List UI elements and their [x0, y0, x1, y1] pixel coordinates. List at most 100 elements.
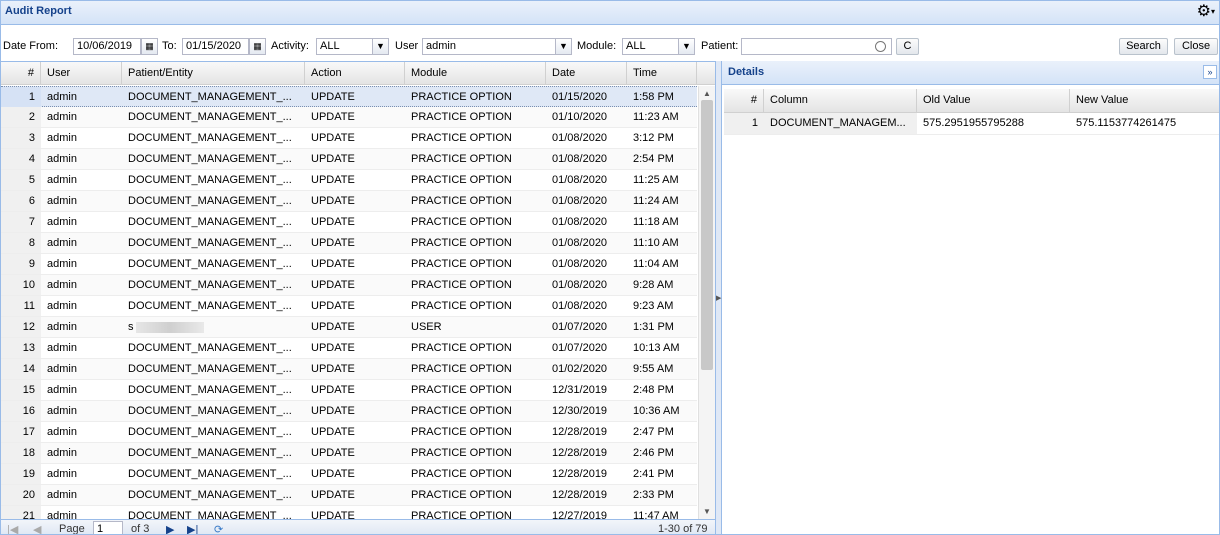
module-select[interactable]: ALL [622, 38, 679, 55]
cell-text: admin [47, 405, 77, 417]
cell-text: admin [47, 468, 77, 480]
table-row[interactable]: 16 admin DOCUMENT_MANAGEMENT_... UPDATE PRAC… [1, 401, 697, 422]
cell-col-patient-entity: DOCUMENT_MANAGEMENT_... [122, 87, 305, 107]
table-row[interactable]: 8 admin DOCUMENT_MANAGEMENT_... UPDATE PRACT… [1, 233, 697, 254]
table-row[interactable]: 12 admin s UPDATE USER 01/07/2020 1:31 PM [1, 317, 697, 338]
header-col-time[interactable]: Time [627, 62, 697, 85]
cell-text: UPDATE [311, 489, 355, 501]
search-circle-icon[interactable] [875, 41, 886, 52]
cell-text: admin [47, 489, 77, 501]
activity-select[interactable]: ALL [316, 38, 373, 55]
details-header-col-new-value[interactable]: New Value [1070, 89, 1219, 113]
table-row[interactable]: 14 admin DOCUMENT_MANAGEMENT_... UPDATE PRAC… [1, 359, 697, 380]
table-row[interactable]: 10 admin DOCUMENT_MANAGEMENT_... UPDATE PRAC… [1, 275, 697, 296]
cell-text: PRACTICE OPTION [411, 468, 512, 480]
table-row[interactable]: 9 admin DOCUMENT_MANAGEMENT_... UPDATE PRACT… [1, 254, 697, 275]
cell-col-patient-entity: DOCUMENT_MANAGEMENT_... [122, 359, 305, 379]
cell-text: UPDATE [311, 426, 355, 438]
clear-button[interactable]: C [896, 38, 919, 55]
scroll-down-icon[interactable]: ▼ [703, 507, 711, 516]
page-number-input[interactable]: 1 [93, 521, 123, 534]
calendar-icon[interactable]: ▦ [249, 38, 266, 55]
table-row[interactable]: 4 admin DOCUMENT_MANAGEMENT_... UPDATE PRACT… [1, 149, 697, 170]
header-col-patient-entity[interactable]: Patient/Entity [122, 62, 305, 85]
user-select[interactable]: admin [422, 38, 556, 55]
chevron-right-icon[interactable]: ▶ [716, 294, 721, 302]
cell-text: USER [411, 321, 442, 333]
patient-field[interactable] [741, 38, 892, 55]
cell-text: 01/08/2020 [552, 279, 608, 291]
table-row[interactable]: 13 admin DOCUMENT_MANAGEMENT_... UPDATE PRAC… [1, 338, 697, 359]
prev-page-icon[interactable]: ◀ [33, 523, 41, 534]
cell-text: PRACTICE OPTION [411, 258, 512, 270]
last-page-icon[interactable]: ▶| [187, 523, 198, 534]
header-col-module[interactable]: Module [405, 62, 546, 85]
table-row[interactable]: 11 admin DOCUMENT_MANAGEMENT_... UPDATE PRAC… [1, 296, 697, 317]
cell-text: 1:31 PM [633, 321, 674, 333]
date-to-field[interactable]: 01/15/2020 [182, 38, 249, 55]
table-row[interactable]: 6 admin DOCUMENT_MANAGEMENT_... UPDATE PRACT… [1, 191, 697, 212]
cell-text: PRACTICE OPTION [411, 300, 512, 312]
chevron-down-icon[interactable]: ▼ [555, 38, 572, 55]
cell-col-time: 9:55 AM [627, 359, 697, 379]
details-header-col-column[interactable]: Column [764, 89, 917, 113]
details-cell-col-number: 1 [724, 113, 764, 134]
header-col-action[interactable]: Action [305, 62, 405, 85]
cell-col-action: UPDATE [305, 275, 405, 295]
table-row[interactable]: 18 admin DOCUMENT_MANAGEMENT_... UPDATE PRAC… [1, 443, 697, 464]
cell-col-user: admin [41, 380, 122, 400]
table-row[interactable]: 21 admin DOCUMENT_MANAGEMENT_... UPDATE PRAC… [1, 506, 697, 519]
details-row[interactable]: 1 DOCUMENT_MANAGEM... 575.2951955795288 575… [724, 113, 1219, 135]
details-header-col-number[interactable]: # [724, 89, 764, 113]
details-header-col-old-value[interactable]: Old Value [917, 89, 1070, 113]
cell-col-time: 2:48 PM [627, 380, 697, 400]
refresh-icon[interactable]: ⟳ [214, 523, 223, 534]
table-row[interactable]: 7 admin DOCUMENT_MANAGEMENT_... UPDATE PRACT… [1, 212, 697, 233]
next-page-icon[interactable]: ▶ [166, 523, 174, 534]
table-row[interactable]: 3 admin DOCUMENT_MANAGEMENT_... UPDATE PRACT… [1, 128, 697, 149]
cell-text: admin [47, 91, 77, 103]
panel-splitter[interactable]: ▶ [715, 61, 722, 534]
search-button[interactable]: Search [1119, 38, 1168, 55]
cell-col-time: 11:24 AM [627, 191, 697, 211]
filter-toolbar: Date From: 10/06/2019 ▦ To: 01/15/2020 ▦… [1, 32, 1219, 60]
cell-col-module: PRACTICE OPTION [405, 107, 546, 127]
to-label: To: [162, 40, 177, 52]
close-button[interactable]: Close [1174, 38, 1218, 55]
cell-col-patient-entity: s [122, 317, 305, 337]
table-row[interactable]: 17 admin DOCUMENT_MANAGEMENT_... UPDATE PRAC… [1, 422, 697, 443]
scroll-thumb[interactable] [701, 100, 713, 370]
cell-text: UPDATE [311, 153, 355, 165]
cell-text: 2:48 PM [633, 384, 674, 396]
table-row[interactable]: 1 admin DOCUMENT_MANAGEMENT_... UPDATE PRACT… [1, 86, 697, 107]
double-chevron-right-icon[interactable]: » [1203, 65, 1217, 79]
chevron-down-icon[interactable]: ▼ [678, 38, 695, 55]
vertical-scrollbar[interactable]: ▲ ▼ [698, 86, 715, 519]
calendar-icon[interactable]: ▦ [141, 38, 158, 55]
scroll-up-icon[interactable]: ▲ [703, 89, 711, 98]
cell-text: UPDATE [311, 384, 355, 396]
table-row[interactable]: 15 admin DOCUMENT_MANAGEMENT_... UPDATE PRAC… [1, 380, 697, 401]
cell-text: 18 [22, 447, 35, 459]
table-row[interactable]: 19 admin DOCUMENT_MANAGEMENT_... UPDATE PRAC… [1, 464, 697, 485]
cell-text: 12/31/2019 [552, 384, 608, 396]
header-col-user[interactable]: User [41, 62, 122, 85]
cell-col-action: UPDATE [305, 317, 405, 337]
table-row[interactable]: 2 admin DOCUMENT_MANAGEMENT_... UPDATE PRACT… [1, 107, 697, 128]
cell-col-module: PRACTICE OPTION [405, 485, 546, 505]
table-row[interactable]: 20 admin DOCUMENT_MANAGEMENT_... UPDATE PRAC… [1, 485, 697, 506]
table-row[interactable]: 5 admin DOCUMENT_MANAGEMENT_... UPDATE PRACT… [1, 170, 697, 191]
gear-icon[interactable]: ⚙▾ [1197, 3, 1215, 21]
date-from-field[interactable]: 10/06/2019 [73, 38, 141, 55]
cell-text: DOCUMENT_MANAGEMENT_... [128, 363, 292, 375]
cell-text: UPDATE [311, 195, 355, 207]
first-page-icon[interactable]: |◀ [7, 523, 18, 534]
cell-text: 11:18 AM [633, 216, 679, 228]
cell-col-module: PRACTICE OPTION [405, 128, 546, 148]
header-col-date[interactable]: Date [546, 62, 627, 85]
header-col-number[interactable]: # [1, 62, 41, 85]
cell-col-time: 11:04 AM [627, 254, 697, 274]
chevron-down-icon[interactable]: ▼ [372, 38, 389, 55]
cell-col-user: admin [41, 128, 122, 148]
cell-col-date: 01/08/2020 [546, 170, 627, 190]
